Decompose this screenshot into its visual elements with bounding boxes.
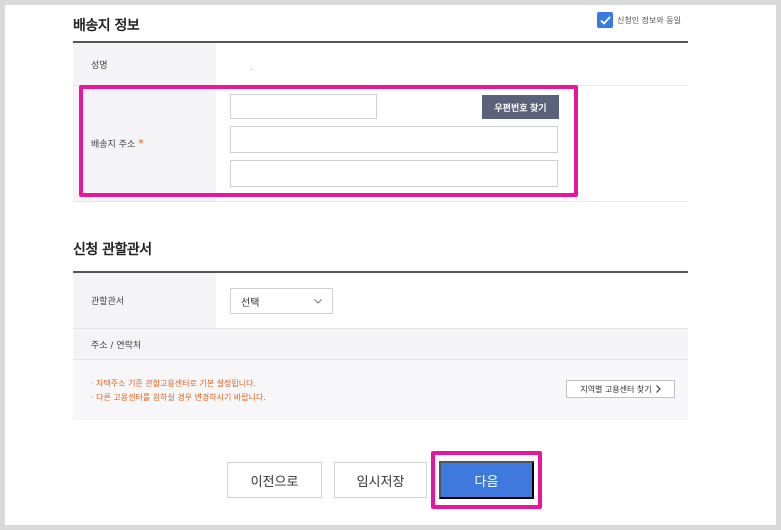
chevron-down-icon: [314, 298, 322, 304]
address-contact-label: 주소 / 연락처: [73, 329, 216, 359]
name-value: .: [250, 63, 253, 72]
office-select-value: 선택: [241, 297, 260, 309]
same-as-applicant-checkbox[interactable]: 신청인 정보와 동일: [597, 12, 681, 28]
note-line-1: · 자택주소 기준 관할고용센터로 기본 설정됩니다.: [91, 379, 256, 388]
note-line-2: · 다른 고용센터를 원하실 경우 변경하시기 바랍니다.: [91, 393, 266, 402]
office-label: 관할관서: [73, 273, 216, 328]
temp-save-button[interactable]: 임시저장: [334, 462, 427, 498]
same-as-applicant-label: 신청인 정보와 동일: [617, 15, 681, 25]
next-button[interactable]: 다음: [439, 461, 534, 499]
office-section-title: 신청 관할관서: [73, 242, 152, 258]
shipping-section-title: 배송지 정보: [73, 18, 140, 34]
find-center-button[interactable]: 지역별 고용센터 찾기: [566, 380, 675, 398]
prev-button[interactable]: 이전으로: [227, 462, 322, 498]
address-contact-value: [216, 329, 688, 359]
chevron-right-icon: [655, 385, 661, 393]
address-highlight-box: [79, 85, 578, 197]
row-divider: [73, 201, 688, 202]
page-frame: 배송지 정보 신청인 정보와 동일 성명 . 배송지 주소 * 우편번호 찾기 …: [5, 5, 776, 525]
checkbox-checked-icon: [597, 12, 613, 28]
name-label: 성명: [73, 43, 216, 85]
office-select[interactable]: 선택: [230, 288, 333, 314]
find-center-label: 지역별 고용센터 찾기: [580, 384, 652, 394]
